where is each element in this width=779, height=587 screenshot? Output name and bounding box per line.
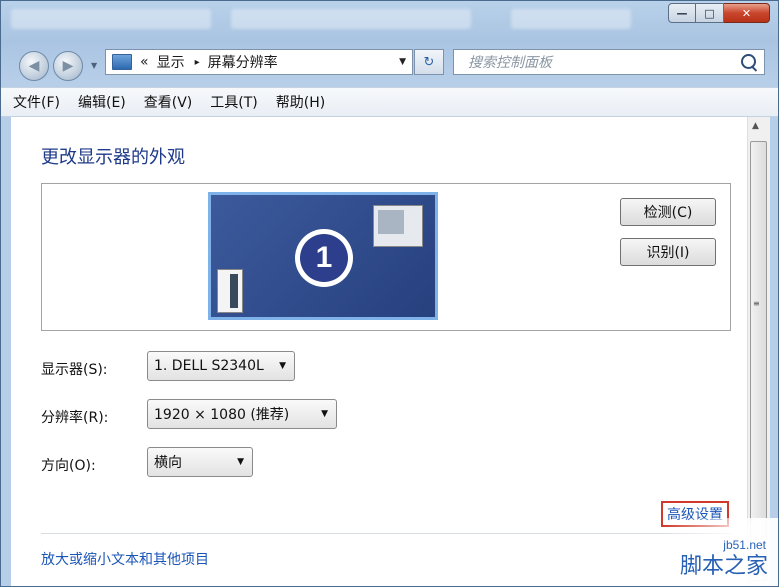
- close-icon: ✕: [741, 6, 752, 20]
- refresh-button[interactable]: ↻: [414, 49, 444, 75]
- back-arrow-icon: ◀: [28, 58, 40, 74]
- minimize-button[interactable]: —: [668, 3, 696, 23]
- control-panel-window: — □ ✕ ◀ ▶ ▼ « 显示 ▸ 屏幕分辨率 ▼ ↻ 搜索控制面板 文件(F…: [0, 0, 779, 587]
- address-bar[interactable]: « 显示 ▸ 屏幕分辨率 ▼: [105, 49, 413, 75]
- breadcrumb-prefix[interactable]: «: [140, 54, 149, 70]
- search-icon[interactable]: [741, 54, 756, 69]
- monitor-number: 1: [300, 234, 348, 282]
- chevron-down-icon: ▼: [279, 361, 286, 371]
- chevron-down-icon: ▼: [237, 457, 244, 467]
- search-placeholder: 搜索控制面板: [468, 55, 552, 71]
- content-pane: 更改显示器的外观 1 检测(C) 识别(I) 显示器(S): 1. DELL S…: [11, 117, 747, 586]
- forward-button[interactable]: ▶: [53, 51, 83, 81]
- orientation-select[interactable]: 横向 ▼: [147, 447, 253, 477]
- menu-bar: 文件(F) 编辑(E) 查看(V) 工具(T) 帮助(H): [1, 87, 778, 117]
- breadcrumb-separator-icon[interactable]: ▸: [195, 57, 200, 68]
- recent-pages-dropdown[interactable]: ▼: [91, 61, 97, 70]
- orientation-label: 方向(O):: [41, 458, 96, 474]
- monitor-number-badge: 1: [295, 229, 353, 287]
- background-window-blur: [11, 9, 211, 29]
- back-button[interactable]: ◀: [19, 51, 49, 81]
- vertical-scrollbar[interactable]: ▲ ≡: [747, 117, 770, 586]
- desktop-preview-window: [373, 205, 423, 247]
- maximize-button[interactable]: □: [696, 3, 724, 23]
- detect-button[interactable]: 检测(C): [620, 198, 716, 226]
- scroll-grip-icon: ≡: [753, 299, 760, 308]
- display-select[interactable]: 1. DELL S2340L ▼: [147, 351, 295, 381]
- scroll-up-icon[interactable]: ▲: [752, 121, 759, 131]
- menu-tools[interactable]: 工具(T): [210, 92, 257, 112]
- refresh-icon: ↻: [423, 54, 435, 70]
- search-input[interactable]: 搜索控制面板: [453, 49, 765, 75]
- maximize-icon: □: [704, 6, 715, 20]
- background-window-blur: [511, 9, 631, 29]
- menu-file[interactable]: 文件(F): [13, 92, 60, 112]
- display-select-value: 1. DELL S2340L: [154, 358, 264, 374]
- monitor-1-tile[interactable]: 1: [208, 192, 438, 320]
- resolution-select[interactable]: 1920 × 1080 (推荐) ▼: [147, 399, 337, 429]
- title-bar: — □ ✕: [1, 1, 778, 39]
- monitor-icon: [112, 54, 132, 70]
- forward-arrow-icon: ▶: [62, 58, 74, 74]
- chevron-down-icon: ▼: [321, 409, 328, 419]
- text-size-link[interactable]: 放大或缩小文本和其他项目: [41, 549, 209, 569]
- close-button[interactable]: ✕: [724, 3, 770, 23]
- watermark: jb51.net 脚本之家: [628, 518, 778, 586]
- minimize-icon: —: [676, 6, 688, 20]
- desktop-preview-taskbar: [217, 269, 243, 313]
- breadcrumb-display[interactable]: 显示: [157, 52, 185, 72]
- background-window-blur: [231, 9, 471, 29]
- monitor-arrangement-panel: 1 检测(C) 识别(I): [41, 183, 731, 331]
- address-dropdown-icon[interactable]: ▼: [399, 57, 406, 67]
- menu-help[interactable]: 帮助(H): [276, 92, 325, 112]
- menu-view[interactable]: 查看(V): [144, 92, 193, 112]
- orientation-select-value: 横向: [154, 455, 182, 471]
- scrollbar-thumb[interactable]: [750, 141, 767, 581]
- breadcrumb-screen-resolution[interactable]: 屏幕分辨率: [208, 52, 278, 72]
- watermark-name: 脚本之家: [679, 554, 768, 579]
- resolution-select-value: 1920 × 1080 (推荐): [154, 407, 290, 423]
- identify-button[interactable]: 识别(I): [620, 238, 716, 266]
- menu-edit[interactable]: 编辑(E): [78, 92, 126, 112]
- page-title: 更改显示器的外观: [41, 147, 185, 168]
- resolution-label: 分辨率(R):: [41, 410, 109, 426]
- display-label: 显示器(S):: [41, 362, 108, 378]
- window-controls: — □ ✕: [668, 3, 770, 23]
